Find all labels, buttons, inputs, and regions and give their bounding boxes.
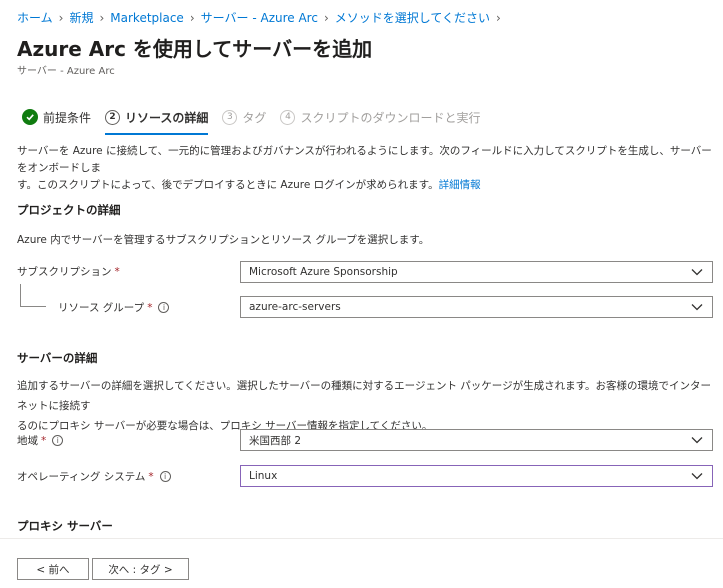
proxy-server-title: プロキシ サーバー <box>17 519 113 533</box>
tab-label: タグ <box>242 110 267 125</box>
region-value: 米国西部 2 <box>249 434 302 447</box>
resource-group-label: リソース グループ * i <box>58 300 170 315</box>
checkmark-icon <box>22 109 38 125</box>
info-icon[interactable]: i <box>159 471 171 482</box>
chevron-right-icon: › <box>189 10 195 25</box>
os-label: オペレーティング システム * i <box>17 469 171 484</box>
tree-connector <box>20 306 46 307</box>
region-label-text: 地域 <box>17 435 38 447</box>
subscription-value: Microsoft Azure Sponsorship <box>249 266 398 278</box>
breadcrumb-marketplace[interactable]: Marketplace <box>110 11 184 25</box>
tab-label: スクリプトのダウンロードと実行 <box>300 110 481 125</box>
wizard-tabs: 前提条件 2 リソースの詳細 3 タグ 4 スクリプトのダウンロードと実行 <box>22 106 494 135</box>
server-details-title: サーバーの詳細 <box>17 351 98 365</box>
breadcrumb-home[interactable]: ホーム <box>17 9 53 26</box>
breadcrumb: ホーム › 新規 › Marketplace › サーバー - Azure Ar… <box>17 9 507 26</box>
breadcrumb-select-method[interactable]: メソッドを選択してください <box>335 9 490 26</box>
chevron-right-icon: › <box>99 10 105 25</box>
region-label: 地域 * i <box>17 433 64 448</box>
project-details-description: Azure 内でサーバーを管理するサブスクリプションとリソース グループを選択し… <box>17 234 430 246</box>
tree-connector <box>20 284 21 306</box>
tab-label: 前提条件 <box>43 110 92 125</box>
tab-download-script[interactable]: 4 スクリプトのダウンロードと実行 <box>280 106 480 128</box>
info-icon[interactable]: i <box>158 302 170 313</box>
step-number: 4 <box>280 109 296 125</box>
breadcrumb-azure-arc[interactable]: サーバー - Azure Arc <box>201 9 318 26</box>
server-description-line-1: 追加するサーバーの詳細を選択してください。選択したサーバーの種類に対するエージェ… <box>17 380 712 412</box>
chevron-down-icon <box>691 471 703 484</box>
tab-resource-details[interactable]: 2 リソースの詳細 <box>105 106 209 135</box>
chevron-right-icon: › <box>58 10 64 25</box>
next-tags-button[interactable]: 次へ : タグ > <box>92 558 189 580</box>
required-marker: * <box>148 470 154 483</box>
server-details-description: 追加するサーバーの詳細を選択してください。選択したサーバーの種類に対するエージェ… <box>17 376 717 436</box>
step-number: 3 <box>222 109 238 125</box>
intro-line-2: す。このスクリプトによって、後でデプロイするときに Azure ログインが求めら… <box>17 179 439 191</box>
tab-tags[interactable]: 3 タグ <box>222 106 266 128</box>
os-value: Linux <box>249 470 278 482</box>
os-dropdown[interactable]: Linux <box>240 465 713 487</box>
chevron-right-icon: › <box>323 10 329 25</box>
previous-button[interactable]: < 前へ <box>17 558 89 580</box>
required-marker: * <box>147 301 153 314</box>
learn-more-link[interactable]: 詳細情報 <box>439 179 481 191</box>
page-subtitle: サーバー - Azure Arc <box>17 66 115 77</box>
chevron-right-icon: › <box>496 10 501 25</box>
subscription-dropdown[interactable]: Microsoft Azure Sponsorship <box>240 261 713 283</box>
required-marker: * <box>114 265 120 278</box>
resource-group-dropdown[interactable]: azure-arc-servers <box>240 296 713 318</box>
chevron-down-icon <box>691 435 703 448</box>
chevron-down-icon <box>691 267 703 280</box>
subscription-label: サブスクリプション * <box>17 264 120 279</box>
intro-line-1: サーバーを Azure に接続して、一元的に管理およびガバナンスが行われるように… <box>17 145 712 174</box>
tab-label: リソースの詳細 <box>125 110 209 125</box>
resource-group-label-text: リソース グループ <box>58 302 145 314</box>
chevron-down-icon <box>691 302 703 315</box>
step-number: 2 <box>105 109 121 125</box>
tab-prerequisites[interactable]: 前提条件 <box>22 106 91 128</box>
wizard-footer: < 前へ 次へ : タグ > <box>0 538 723 588</box>
os-label-text: オペレーティング システム <box>17 471 146 483</box>
page-title: Azure Arc を使用してサーバーを追加 <box>17 37 373 61</box>
intro-text: サーバーを Azure に接続して、一元的に管理およびガバナンスが行われるように… <box>17 143 717 194</box>
resource-group-value: azure-arc-servers <box>249 301 341 313</box>
project-details-title: プロジェクトの詳細 <box>17 203 121 217</box>
subscription-label-text: サブスクリプション <box>17 266 112 278</box>
required-marker: * <box>41 434 47 447</box>
info-icon[interactable]: i <box>52 435 64 446</box>
region-dropdown[interactable]: 米国西部 2 <box>240 429 713 451</box>
breadcrumb-new[interactable]: 新規 <box>69 9 93 26</box>
